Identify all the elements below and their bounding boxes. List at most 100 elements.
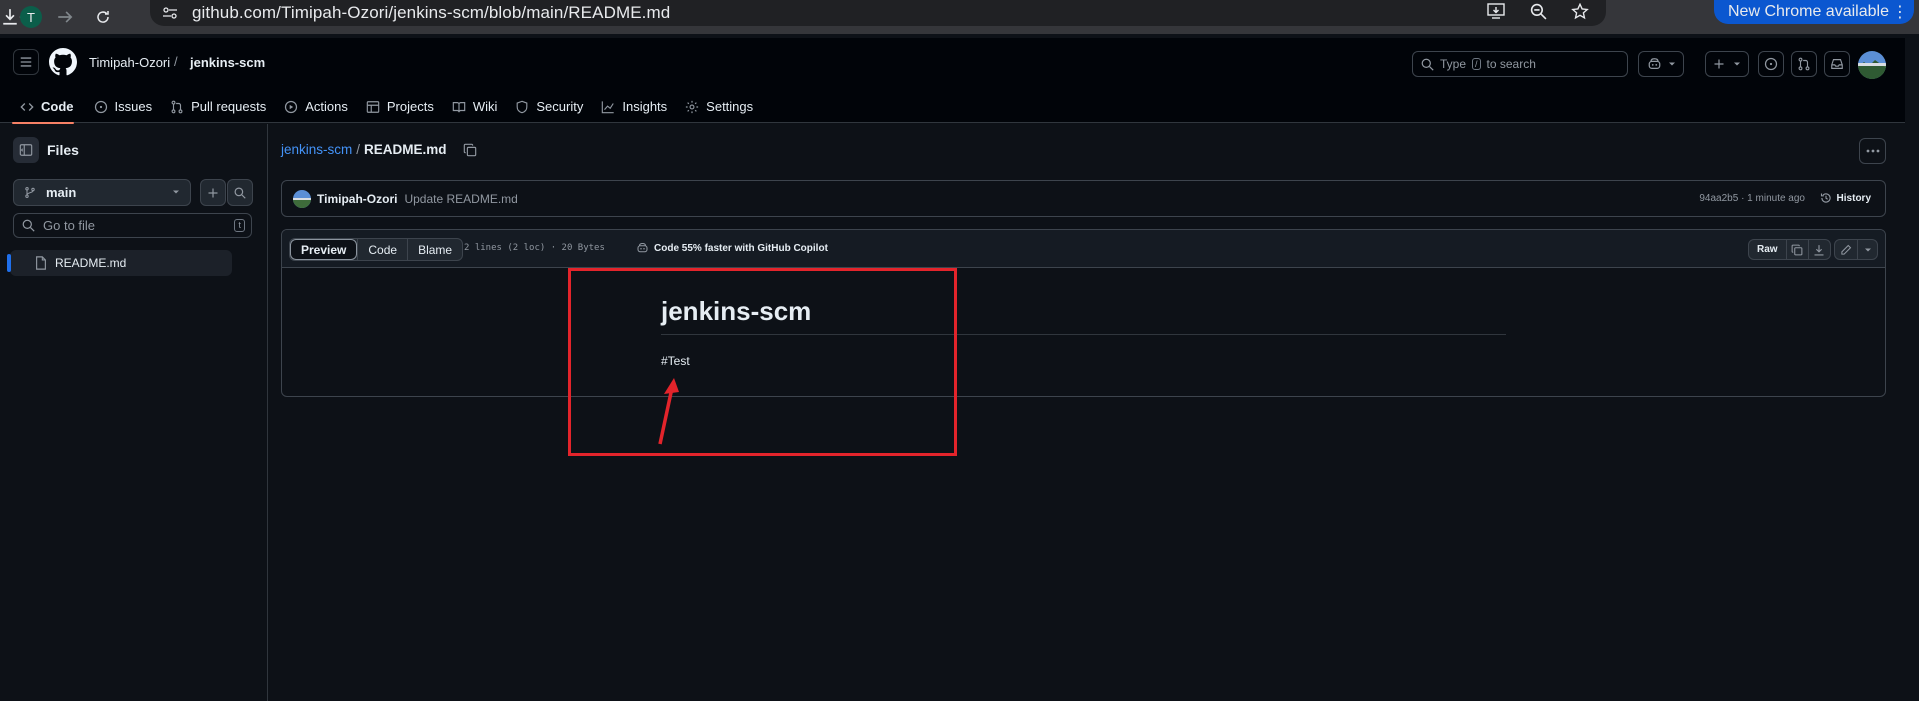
profile-avatar[interactable]: T	[20, 6, 42, 28]
create-new-button[interactable]	[1705, 51, 1749, 77]
copilot-promo-label: Code 55% faster with GitHub Copilot	[654, 242, 828, 254]
tab-label: Projects	[386, 99, 434, 114]
github-logo-icon[interactable]	[49, 48, 77, 76]
author-avatar[interactable]	[293, 189, 311, 208]
breadcrumb-owner[interactable]: Timipah-Ozori	[89, 55, 170, 70]
copilot-promo-link[interactable]: Code 55% faster with GitHub Copilot	[636, 242, 828, 254]
search-icon	[22, 219, 35, 232]
chevron-down-icon	[172, 189, 180, 195]
git-branch-icon	[24, 186, 36, 199]
file-breadcrumb: jenkins-scm / README.md	[281, 142, 477, 157]
history-label: History	[1836, 192, 1871, 204]
history-icon	[1820, 192, 1832, 204]
search-input[interactable]: Type / to search	[1412, 51, 1628, 77]
gear-icon	[685, 100, 699, 114]
copilot-icon	[1647, 57, 1662, 71]
search-files-button[interactable]	[227, 179, 253, 206]
go-to-file-shortcut-key: t	[234, 219, 245, 232]
raw-button[interactable]: Raw	[1749, 240, 1786, 259]
copilot-icon	[636, 242, 649, 254]
view-code-button[interactable]: Code	[357, 239, 407, 260]
branch-selector[interactable]: main	[13, 179, 191, 206]
plus-icon	[1713, 58, 1725, 70]
search-placeholder-suffix: to search	[1486, 57, 1536, 71]
zoom-out-icon[interactable]	[1526, 0, 1550, 22]
add-file-button[interactable]	[200, 179, 226, 206]
shield-icon	[515, 100, 529, 114]
repo-nav-tabs: Code Issues Pull requests Actions Projec…	[0, 90, 761, 124]
file-tree-sidebar: Files main Go to file t README.md	[0, 124, 268, 701]
issues-button[interactable]	[1758, 51, 1784, 77]
view-preview-button[interactable]: Preview	[290, 239, 358, 260]
tab-insights[interactable]: Insights	[593, 90, 675, 123]
copilot-button[interactable]	[1638, 51, 1684, 77]
download-raw-icon[interactable]	[1807, 240, 1830, 259]
tab-security[interactable]: Security	[507, 90, 591, 123]
git-pull-request-icon	[1797, 57, 1811, 71]
commit-sha-time[interactable]: 94aa2b5 · 1 minute ago	[1699, 193, 1805, 204]
file-viewer: Preview Code Blame 2 lines (2 loc) · 20 …	[281, 229, 1886, 397]
play-icon	[284, 100, 298, 114]
go-to-file-input[interactable]: Go to file t	[13, 213, 252, 238]
book-icon	[452, 100, 466, 114]
search-shortcut-key: /	[1472, 58, 1481, 70]
tab-label: Pull requests	[191, 99, 267, 114]
breadcrumb-repo-link[interactable]: jenkins-scm	[281, 142, 352, 157]
tab-actions[interactable]: Actions	[276, 90, 356, 123]
tab-wiki[interactable]: Wiki	[444, 90, 506, 123]
address-bar[interactable]: github.com/Timipah-Ozori/jenkins-scm/blo…	[150, 0, 1606, 26]
sidebar-title: Files	[47, 142, 79, 158]
table-icon	[366, 100, 380, 114]
issue-opened-icon	[1764, 57, 1778, 71]
collapse-sidebar-icon[interactable]	[13, 137, 39, 163]
install-app-icon[interactable]	[1484, 0, 1508, 22]
breadcrumb-repo[interactable]: jenkins-scm	[190, 55, 265, 70]
annotation-highlight-box	[568, 268, 957, 456]
git-pull-request-icon	[170, 100, 184, 114]
tab-code[interactable]: Code	[0, 90, 82, 124]
reload-icon[interactable]	[84, 0, 122, 34]
plus-icon	[207, 187, 219, 199]
tab-settings[interactable]: Settings	[677, 90, 761, 123]
kebab-menu-icon[interactable]: ⋮	[1892, 2, 1908, 22]
copy-path-icon[interactable]	[463, 143, 477, 157]
tab-issues[interactable]: Issues	[86, 90, 161, 123]
copy-raw-icon[interactable]	[1785, 240, 1808, 259]
history-button[interactable]: History	[1820, 192, 1871, 204]
file-tree-item[interactable]: README.md	[7, 250, 232, 276]
pencil-icon[interactable]	[1835, 240, 1857, 259]
code-icon	[20, 100, 34, 114]
url-text[interactable]: github.com/Timipah-Ozori/jenkins-scm/blo…	[192, 3, 670, 23]
latest-commit-bar: Timipah-Ozori Update README.md 94aa2b5 ·…	[281, 180, 1886, 217]
branch-name: main	[46, 185, 77, 200]
file-meta: 2 lines (2 loc) · 20 Bytes	[464, 243, 605, 253]
tab-projects[interactable]: Projects	[358, 90, 442, 123]
commit-author[interactable]: Timipah-Ozori	[317, 192, 397, 206]
chevron-down-icon[interactable]	[1857, 240, 1877, 259]
tab-label: Wiki	[472, 99, 498, 114]
file-tree-item-label: README.md	[55, 256, 127, 270]
user-avatar[interactable]	[1858, 51, 1886, 79]
download-icon[interactable]	[0, 8, 20, 26]
view-blame-button[interactable]: Blame	[407, 239, 462, 260]
inbox-icon	[1830, 57, 1844, 71]
browser-right-actions: T	[0, 0, 42, 34]
pull-requests-button[interactable]	[1791, 51, 1817, 77]
forward-icon[interactable]	[46, 0, 84, 34]
issue-opened-icon	[94, 100, 108, 114]
file-viewer-header: Preview Code Blame 2 lines (2 loc) · 20 …	[282, 230, 1885, 268]
search-placeholder-prefix: Type	[1440, 57, 1467, 71]
tab-label: Actions	[305, 99, 348, 114]
tab-label: Issues	[114, 99, 153, 114]
bookmark-star-icon[interactable]	[1568, 0, 1592, 22]
hamburger-menu-icon[interactable]	[13, 49, 39, 75]
raw-actions-group: Raw	[1748, 239, 1831, 260]
more-options-button[interactable]	[1859, 138, 1886, 164]
commit-message[interactable]: Update README.md	[404, 192, 517, 206]
tab-label: Security	[536, 99, 584, 114]
update-chrome-button[interactable]: New Chrome available ⋮	[1714, 0, 1914, 24]
inbox-button[interactable]	[1824, 51, 1850, 77]
site-settings-icon[interactable]	[156, 0, 184, 26]
tab-pull-requests[interactable]: Pull requests	[162, 90, 274, 123]
kebab-horizontal-icon	[1866, 149, 1880, 153]
